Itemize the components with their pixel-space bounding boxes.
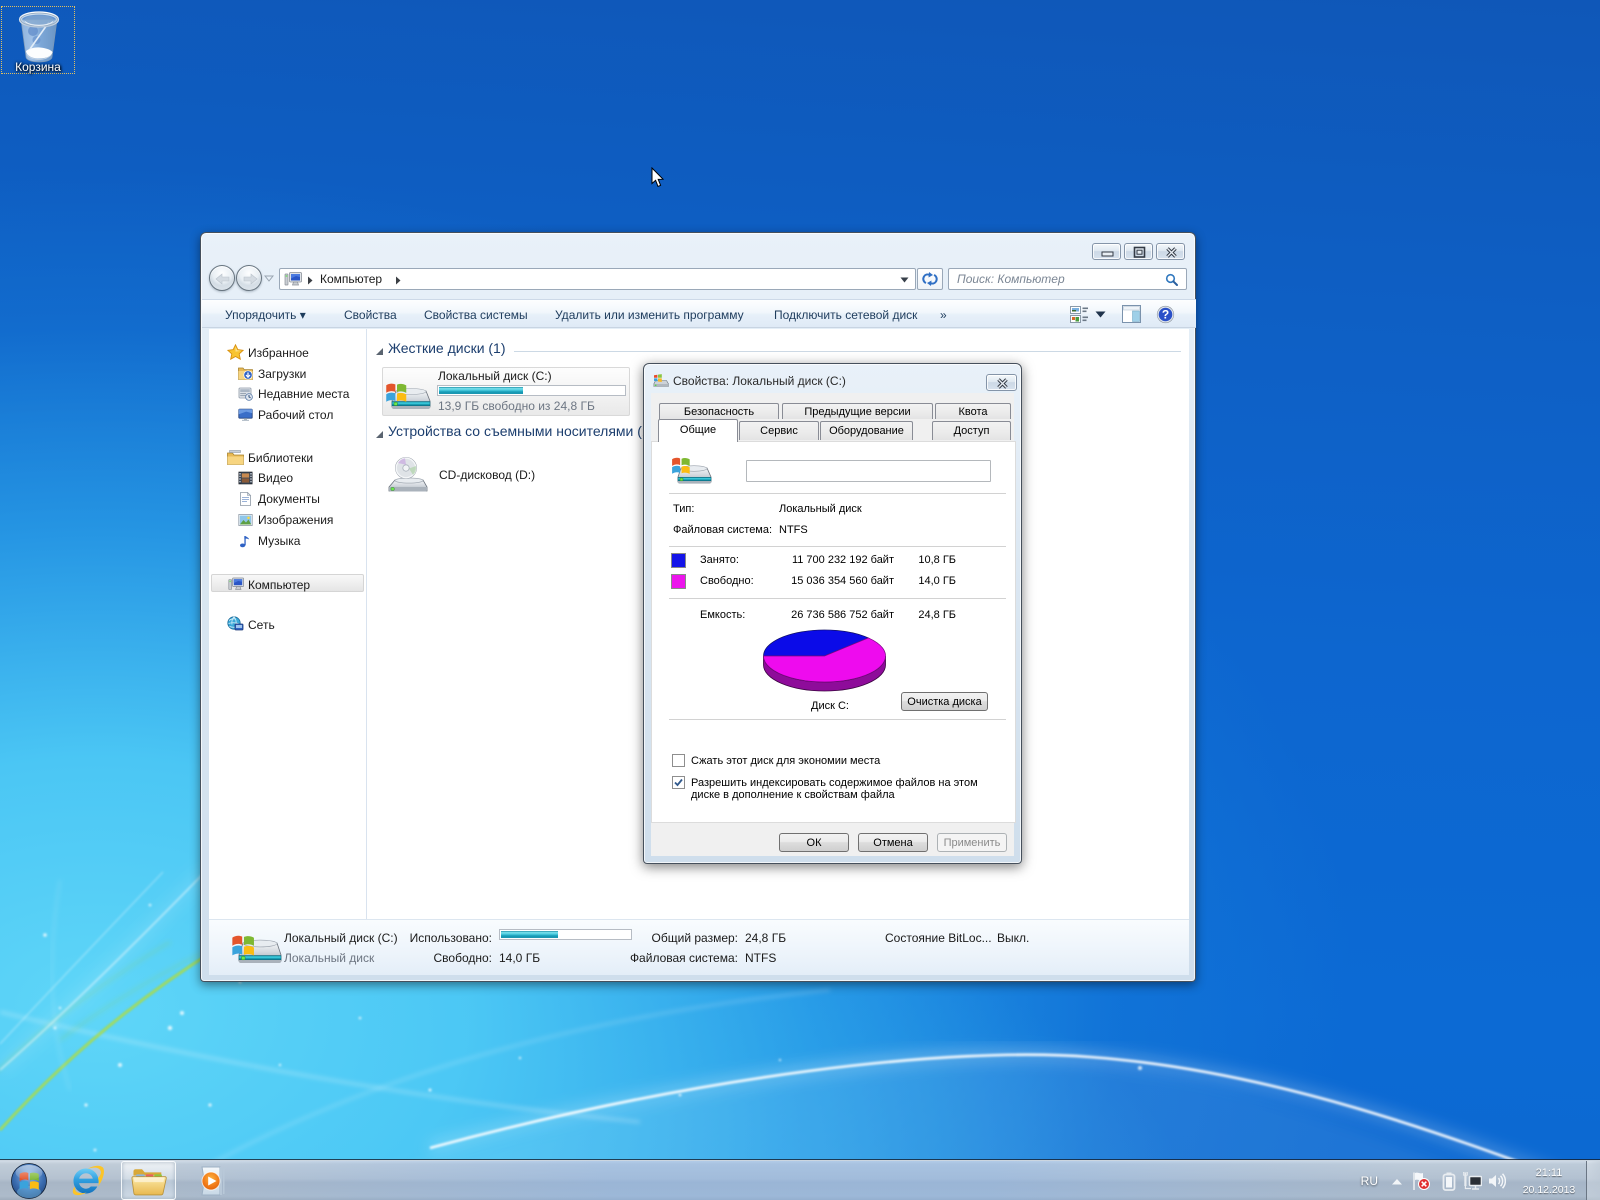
svg-text:?: ? xyxy=(1162,308,1169,322)
